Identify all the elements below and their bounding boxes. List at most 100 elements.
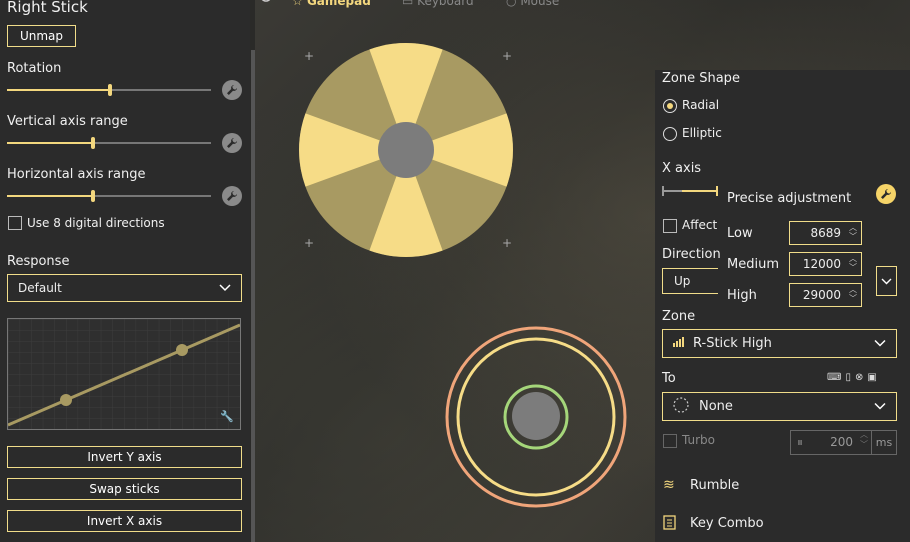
slider-thumb[interactable]	[91, 190, 95, 202]
zone-shape-label: Zone Shape	[662, 71, 740, 86]
slider-thumb[interactable]	[91, 137, 95, 149]
response-label: Response	[7, 254, 70, 269]
tab-mouse[interactable]: ○ Mouse	[506, 0, 559, 8]
rotation-label: Rotation	[7, 61, 62, 76]
turbo-unit: ms	[872, 430, 897, 455]
stick-preview	[445, 326, 627, 508]
radial-radio[interactable]	[663, 99, 677, 113]
zone-value: R-Stick High	[693, 336, 772, 351]
medium-value: 12000	[802, 257, 841, 271]
response-dropdown[interactable]: Default	[7, 274, 242, 302]
turbo-checkbox[interactable]	[663, 434, 677, 448]
medium-input[interactable]: 12000 ︿ ﹀	[789, 252, 862, 276]
mouse-icon[interactable]: ▯	[845, 372, 855, 383]
to-label: To	[662, 371, 676, 386]
vertical-wrench-icon[interactable]	[222, 133, 242, 153]
medium-label: Medium	[727, 257, 779, 272]
curve-wrench-icon[interactable]: 🔧	[220, 410, 234, 423]
to-dropdown[interactable]: None	[662, 392, 897, 421]
zone-label: Zone	[662, 309, 696, 324]
elliptic-radio[interactable]	[663, 127, 677, 141]
zone-wheel-center	[378, 122, 434, 178]
chevron-down-icon	[874, 336, 886, 351]
tab-gamepad-label: Gamepad	[306, 0, 371, 8]
radial-label: Radial	[682, 98, 720, 112]
left-panel: Right Stick Unmap Rotation Vertical axis…	[0, 0, 250, 542]
zone-dropdown[interactable]: R-Stick High	[662, 329, 897, 358]
rumble-link[interactable]: Rumble	[690, 478, 739, 493]
spinner-icon[interactable]: ︿ ﹀	[860, 430, 868, 450]
x-axis-indicator	[662, 186, 718, 196]
turbo-interval-input[interactable]: ⏸ 200 ︿ ﹀	[790, 430, 872, 455]
precise-adjustment-label: Precise adjustment	[727, 191, 852, 206]
elliptic-label: Elliptic	[682, 126, 722, 140]
level-dropdown-button[interactable]	[876, 266, 897, 296]
vertical-range-label: Vertical axis range	[7, 114, 128, 129]
affect-label: Affect	[682, 218, 718, 232]
target-type-icons: ⌨▯⊗▣	[827, 372, 881, 383]
tab-gamepad[interactable]: ☆ Gamepad	[292, 0, 371, 8]
zone-wheel[interactable]: + + + +	[296, 40, 516, 260]
low-input[interactable]: 8689 ︿ ﹀	[789, 221, 862, 245]
unmap-button[interactable]: Unmap	[7, 25, 76, 47]
curve-control-point-low[interactable]	[60, 394, 72, 406]
spinner-icon[interactable]: ︿ ﹀	[849, 223, 857, 241]
corner-plus-icon: +	[502, 49, 512, 63]
command-icon[interactable]: ▣	[867, 372, 880, 383]
eight-directions-label: Use 8 digital directions	[27, 216, 165, 230]
tab-keyboard-label: Keyboard	[417, 0, 474, 8]
spinner-icon[interactable]: ︿ ﹀	[849, 254, 857, 272]
direction-select[interactable]: Up	[662, 268, 718, 294]
keyboard-icon[interactable]: ⌨	[827, 372, 845, 383]
horizontal-range-slider[interactable]	[7, 190, 211, 202]
keyboard-icon: ▭	[402, 0, 414, 8]
precise-wrench-icon[interactable]	[876, 184, 896, 204]
swap-sticks-button[interactable]: Swap sticks	[7, 478, 242, 500]
invert-y-button[interactable]: Invert Y axis	[7, 446, 242, 468]
panel-title: Right Stick	[7, 0, 88, 16]
curve-control-point-high[interactable]	[176, 344, 188, 356]
key-combo-icon	[663, 515, 677, 535]
right-panel: Zone Shape Radial Elliptic X axis Precis…	[655, 70, 910, 542]
stick-position-dot	[512, 392, 560, 440]
eight-directions-checkbox[interactable]	[8, 216, 22, 230]
chevron-down-icon	[881, 278, 892, 284]
xbox-icon[interactable]: ⊗	[855, 372, 867, 383]
horizontal-range-label: Horizontal axis range	[7, 167, 146, 182]
vertical-range-slider[interactable]	[7, 137, 211, 149]
corner-plus-icon: +	[304, 49, 314, 63]
pause-icon: ⏸	[797, 435, 804, 449]
signal-bars-icon	[673, 336, 685, 351]
low-value: 8689	[810, 226, 841, 240]
horizontal-wrench-icon[interactable]	[222, 186, 242, 206]
high-value: 29000	[802, 288, 841, 302]
corner-plus-icon: +	[502, 236, 512, 250]
invert-x-button[interactable]: Invert X axis	[7, 510, 242, 532]
high-input[interactable]: 29000 ︿ ﹀	[789, 283, 862, 307]
tab-keyboard[interactable]: ▭ Keyboard	[402, 0, 474, 8]
chevron-down-icon	[219, 281, 231, 295]
x-axis-label: X axis	[662, 161, 702, 176]
slider-thumb[interactable]	[108, 84, 112, 96]
response-curve-graph[interactable]: 🔧	[7, 318, 241, 430]
tab-mouse-label: Mouse	[520, 0, 560, 8]
turbo-value: 200	[830, 435, 853, 449]
rumble-icon: ≋	[663, 477, 675, 493]
key-combo-link[interactable]: Key Combo	[690, 516, 764, 531]
turbo-label: Turbo	[682, 433, 716, 447]
high-label: High	[727, 288, 757, 303]
none-circle-icon	[673, 396, 689, 417]
slider-fill	[7, 142, 91, 144]
star-icon: ☆	[292, 0, 303, 8]
low-label: Low	[727, 226, 753, 241]
rotation-slider[interactable]	[7, 84, 211, 96]
direction-value: Up	[674, 274, 691, 288]
chevron-down-icon	[874, 399, 886, 414]
spinner-icon[interactable]: ︿ ﹀	[849, 285, 857, 303]
affect-checkbox[interactable]	[663, 219, 677, 233]
search-icon[interactable]	[258, 0, 274, 9]
left-scrollbar[interactable]	[251, 50, 255, 542]
direction-label: Direction	[662, 247, 721, 262]
mouse-icon: ○	[506, 0, 517, 8]
rotation-wrench-icon[interactable]	[222, 80, 242, 100]
